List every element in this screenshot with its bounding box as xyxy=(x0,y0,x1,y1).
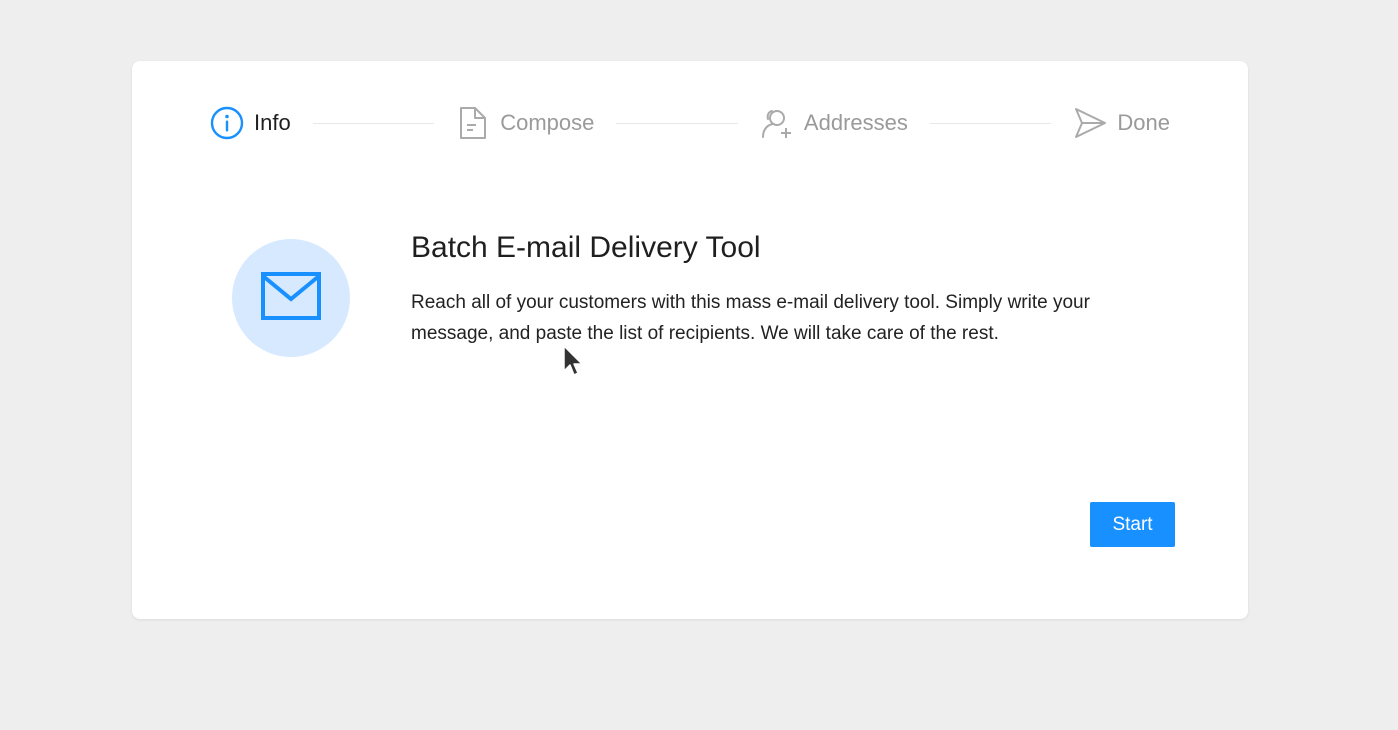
step-done[interactable]: Done xyxy=(1073,106,1170,140)
step-addresses-label: Addresses xyxy=(803,110,908,135)
step-info-label: Info xyxy=(254,110,291,135)
steps-bar: Info Compose Addresses Done xyxy=(210,103,1170,143)
info-circle-icon xyxy=(210,106,244,140)
file-icon xyxy=(456,106,490,140)
step-compose-label: Compose xyxy=(500,110,595,135)
step-connector xyxy=(929,122,1052,124)
step-connector xyxy=(312,122,435,124)
mouse-pointer-icon xyxy=(562,344,584,378)
wizard-card: Info Compose Addresses Done Batch E-mail… xyxy=(132,61,1248,619)
start-button[interactable]: Start xyxy=(1090,502,1175,547)
page-title: Batch E-mail Delivery Tool xyxy=(411,231,761,264)
mail-icon xyxy=(261,271,321,325)
hero-badge xyxy=(232,239,350,357)
send-icon xyxy=(1073,106,1107,140)
step-compose[interactable]: Compose xyxy=(456,106,594,140)
step-done-label: Done xyxy=(1117,110,1170,135)
user-add-icon xyxy=(760,106,794,140)
step-addresses[interactable]: Addresses xyxy=(760,106,908,140)
step-connector xyxy=(616,122,738,124)
page-description: Reach all of your customers with this ma… xyxy=(411,292,1090,344)
step-info[interactable]: Info xyxy=(210,106,291,140)
